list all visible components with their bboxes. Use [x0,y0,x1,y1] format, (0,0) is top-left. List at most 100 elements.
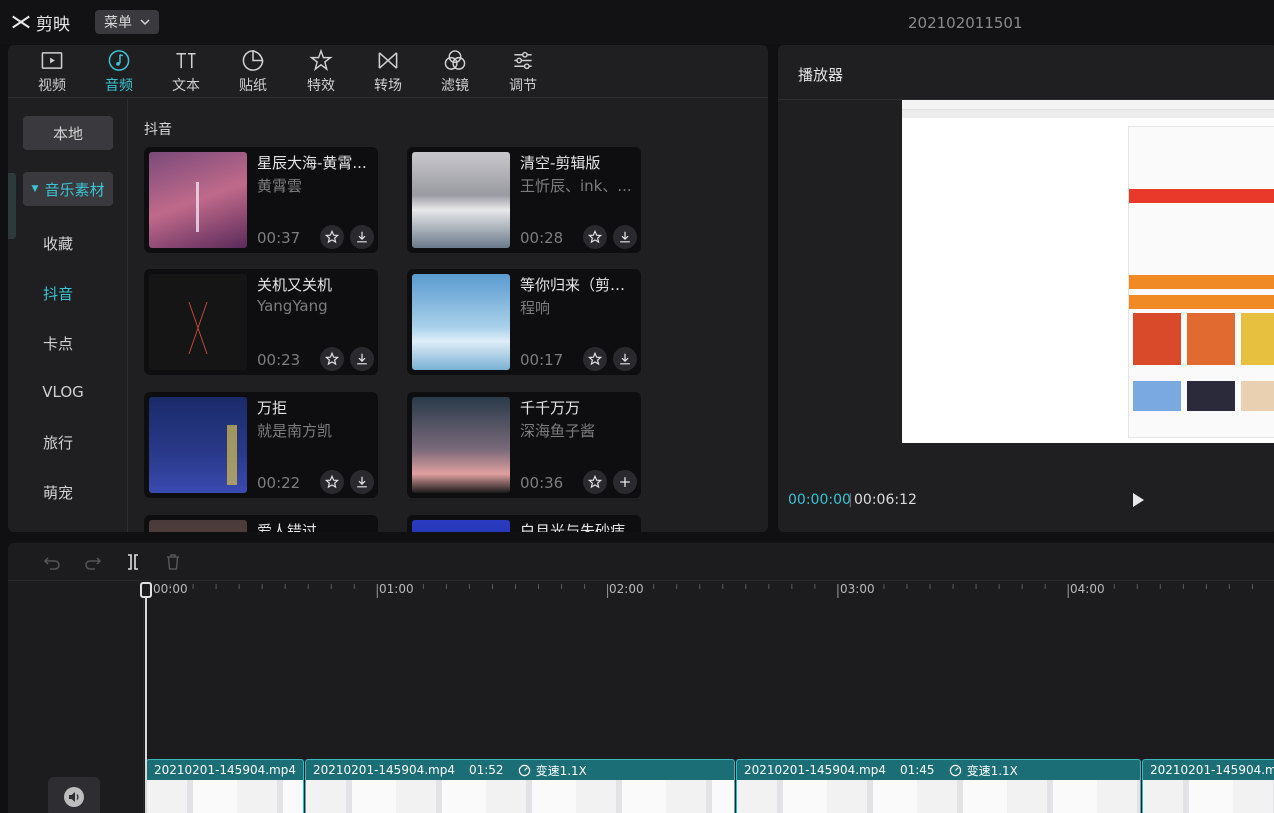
favorite-button[interactable] [320,347,344,371]
download-button[interactable] [350,225,374,249]
music-grid: 星辰大海-黄霄... 黄霄雲 00:37 清空-剪辑版 王忻辰、ink、... … [144,147,664,532]
tab-text[interactable]: 文本 [161,49,211,95]
track-title: 千千万万 [520,399,581,417]
download-button[interactable] [613,225,637,249]
sidebar-item-pets[interactable]: 萌宠 [23,475,93,509]
album-cover [149,397,247,493]
tab-effects-label: 特效 [307,78,335,94]
track-mute-button[interactable] [48,777,100,813]
track-artist: 深海鱼子酱 [520,422,596,440]
sidebar-item-music[interactable]: ▼ 音乐素材 [23,172,113,206]
clip-speed-label: 变速1.1X [966,763,1018,778]
track-header-column [8,582,144,813]
tab-audio[interactable]: 音频 [94,49,144,95]
clip-speed: 变速1.1X [518,762,587,779]
tab-adjust-label: 调节 [509,78,537,94]
redo-icon[interactable] [83,552,103,572]
music-card[interactable]: 清空-剪辑版 王忻辰、ink、... 00:28 [407,147,641,253]
play-button-icon[interactable] [1128,490,1148,510]
tab-sticker-label: 贴纸 [239,78,267,94]
sidebar-item-vlog[interactable]: VLOG [23,375,103,409]
resource-toolbar: 视频 音频 文本 贴纸 特效 转场 滤镜 调节 [8,45,768,98]
video-icon [41,52,63,69]
music-card[interactable]: 白月光与朱砂痣 [407,515,641,532]
favorite-button[interactable] [583,225,607,249]
tab-transition[interactable]: 转场 [363,49,413,95]
tab-transition-label: 转场 [374,78,402,94]
tab-sticker[interactable]: 贴纸 [228,49,278,95]
sidebar-item-beat[interactable]: 卡点 [23,326,93,360]
menu-dropdown[interactable]: 菜单 [95,10,159,34]
clip-thumbnails [1143,780,1274,813]
track-duration: 00:36 [520,474,564,492]
clip-name: 20210201-145904.mp4 [1150,763,1274,777]
music-card[interactable]: 星辰大海-黄霄... 黄霄雲 00:37 [144,147,378,253]
undo-icon[interactable] [42,552,62,572]
menu-label: 菜单 [104,15,132,31]
video-clip[interactable]: 20210201-145904.mp4 [146,759,304,813]
track-title: 爱人错过 [257,522,318,532]
favorite-button[interactable] [320,470,344,494]
time-ruler[interactable]: 00:00 01:00 02:00 03:00 04:00 [145,582,1274,602]
album-cover [149,274,247,370]
split-icon[interactable] [123,552,143,572]
tab-video[interactable]: 视频 [27,49,77,95]
sidebar-item-favorites[interactable]: 收藏 [23,226,93,260]
music-card[interactable]: 关机又关机 YangYang 00:23 [144,269,378,375]
music-card[interactable]: 等你归来（剪辑... 程响 00:17 [407,269,641,375]
sidebar-item-douyin[interactable]: 抖音 [23,276,93,310]
sidebar-item-local[interactable]: 本地 [23,116,113,150]
total-time: 00:06:12 [854,492,917,508]
sticker-icon [242,50,264,71]
track-duration: 00:23 [257,351,301,369]
player-panel: 播放器 00:00:00 | 00:06:12 [778,45,1274,532]
music-card[interactable]: 爱人错过 [144,515,378,532]
music-card[interactable]: 千千万万 深海鱼子酱 00:36 [407,392,641,498]
download-button[interactable] [613,347,637,371]
video-clip[interactable]: 20210201-145904.mp4 01:52 变速1.1X [305,759,735,813]
video-clip[interactable]: 20210201-145904.mp4 01:45 变速1.1X [736,759,1141,813]
caret-down-icon: ▼ [31,184,39,194]
tab-text-label: 文本 [172,78,200,94]
clip-duration: 01:45 [899,763,935,777]
delete-icon[interactable] [163,552,183,572]
download-button[interactable] [350,470,374,494]
download-icon [620,353,630,365]
track-duration: 00:22 [257,474,301,492]
favorite-button[interactable] [320,225,344,249]
playhead-handle[interactable] [140,582,152,598]
clip-duration: 01:52 [468,763,504,777]
album-cover [412,520,510,532]
favorite-button[interactable] [583,347,607,371]
sidebar-item-travel[interactable]: 旅行 [23,425,93,459]
tab-filter[interactable]: 滤镜 [430,49,480,95]
favorite-button[interactable] [583,470,607,494]
audio-icon [108,50,130,71]
capcut-logo-icon [12,15,30,29]
sidebar-resize-handle[interactable] [8,173,16,239]
download-button[interactable] [350,347,374,371]
ruler-label: 00:00 [153,582,188,596]
add-button[interactable] [613,470,637,494]
playhead-line[interactable] [145,582,147,813]
music-card[interactable]: 万拒 就是南方凯 00:22 [144,392,378,498]
resource-panel: 视频 音频 文本 贴纸 特效 转场 滤镜 调节 本地 ▼ 音乐素材 收藏 抖音 … [8,45,768,532]
tab-effects[interactable]: 特效 [296,49,346,95]
star-icon [325,352,339,366]
plus-icon [620,477,630,487]
tab-adjust[interactable]: 调节 [498,49,548,95]
adjust-icon [514,51,532,70]
category-sidebar: 本地 ▼ 音乐素材 收藏 抖音 卡点 VLOG 旅行 萌宠 [8,99,128,532]
star-icon [325,230,339,244]
timeline-panel: 00:00 01:00 02:00 03:00 04:00 20210201-1… [8,543,1274,813]
track-title: 星辰大海-黄霄... [257,154,367,172]
download-icon [357,476,367,488]
track-duration: 00:17 [520,351,564,369]
tab-video-label: 视频 [38,78,66,94]
video-preview[interactable] [902,100,1274,443]
timeline-toolbar [8,543,1274,581]
video-clip[interactable]: 20210201-145904.mp4 [1142,759,1274,813]
album-cover [149,152,247,248]
track-artist: 王忻辰、ink、... [520,177,632,195]
clip-thumbnails [306,780,734,813]
